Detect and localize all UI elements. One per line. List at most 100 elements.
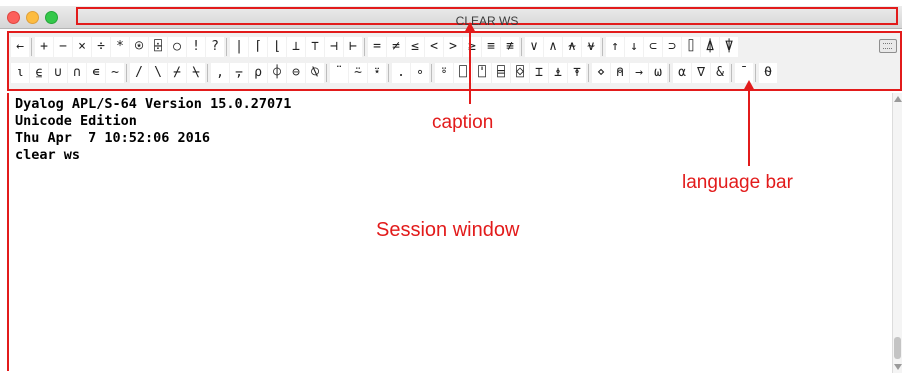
caption-arrow-head <box>464 22 476 33</box>
language-bar-symbol[interactable]: ⍵ <box>649 63 667 83</box>
language-bar-symbol[interactable]: ← <box>11 37 29 57</box>
language-bar-symbol[interactable]: ⌷ <box>682 37 700 57</box>
language-bar-separator <box>31 38 32 56</box>
language-bar-symbol[interactable]: − <box>54 37 72 57</box>
language-bar-symbol[interactable]: ⍋ <box>701 37 719 57</box>
zoom-button[interactable] <box>45 11 58 24</box>
minimize-button[interactable] <box>26 11 39 24</box>
language-bar-symbol[interactable]: * <box>111 37 129 57</box>
language-bar-symbol[interactable]: , <box>211 63 229 83</box>
language-bar-symbol[interactable]: ↑ <box>606 37 624 57</box>
language-bar-symbol[interactable]: & <box>711 63 729 83</box>
language-bar-symbol[interactable]: ⍱ <box>582 37 600 57</box>
language-bar-symbol[interactable]: ⍟ <box>130 37 148 57</box>
language-bar-symbol[interactable]: ⌽ <box>268 63 286 83</box>
language-bar-symbol[interactable]: ≤ <box>406 37 424 57</box>
language-bar-symbol[interactable]: ⌺ <box>511 63 529 83</box>
language-bar-symbol[interactable]: ↓ <box>625 37 643 57</box>
language-bar-symbol[interactable]: ¨ <box>330 63 348 83</box>
language-bar-symbol[interactable]: ⌈ <box>249 37 267 57</box>
language-bar-symbol[interactable]: ⋄ <box>592 63 610 83</box>
language-bar-symbol[interactable]: ! <box>187 37 205 57</box>
language-bar-symbol[interactable]: ∪ <box>49 63 67 83</box>
language-bar-symbol[interactable]: ? <box>206 37 224 57</box>
language-bar-symbol[interactable]: ∊ <box>87 63 105 83</box>
language-bar-symbol[interactable]: ⌹ <box>149 37 167 57</box>
language-bar-symbol[interactable]: ⍴ <box>249 63 267 83</box>
language-bar-symbol[interactable]: ≢ <box>501 37 519 57</box>
language-bar-symbol[interactable]: ⊢ <box>344 37 362 57</box>
language-bar-separator <box>755 64 756 82</box>
scroll-up-arrow-icon[interactable] <box>894 96 902 102</box>
session-log: Dyalog APL/S-64 Version 15.0.27071 Unicod… <box>15 96 291 164</box>
language-bar-symbol[interactable]: ⌿ <box>168 63 186 83</box>
language-bar-symbol[interactable]: ⌶ <box>530 63 548 83</box>
language-bar-symbol[interactable]: ⍲ <box>563 37 581 57</box>
language-bar-symbol[interactable]: ⊂ <box>644 37 662 57</box>
language-bar-symbol[interactable]: ⊥ <box>287 37 305 57</box>
caption-annotation: caption <box>432 112 494 133</box>
language-bar-separator <box>207 64 208 82</box>
language-bar-arrow-head <box>743 80 755 91</box>
language-bar-symbol[interactable]: ⍪ <box>230 63 248 83</box>
language-bar-symbol[interactable]: ≥ <box>463 37 481 57</box>
scroll-down-arrow-icon[interactable] <box>894 364 902 370</box>
language-bar-symbol[interactable]: ∨ <box>525 37 543 57</box>
language-bar-symbol[interactable]: ⊣ <box>325 37 343 57</box>
language-bar-symbol[interactable]: ⊤ <box>306 37 324 57</box>
language-bar-symbol[interactable]: \ <box>149 63 167 83</box>
language-bar-symbol[interactable]: | <box>230 37 248 57</box>
language-bar-symbol[interactable]: → <box>630 63 648 83</box>
language-bar-symbol[interactable]: ⍷ <box>30 63 48 83</box>
language-bar-symbol[interactable]: ⌊ <box>268 37 286 57</box>
language-bar-symbol[interactable]: × <box>73 37 91 57</box>
session-line: Dyalog APL/S-64 Version 15.0.27071 <box>15 96 292 112</box>
language-bar-symbol[interactable]: ⊖ <box>287 63 305 83</box>
language-bar-symbol[interactable]: ⍎ <box>549 63 567 83</box>
language-bar-symbol[interactable]: > <box>444 37 462 57</box>
language-bar-symbol[interactable]: ⍺ <box>673 63 691 83</box>
language-bar-symbol[interactable]: ⍤ <box>435 63 453 83</box>
language-bar-symbol[interactable]: ○ <box>168 37 186 57</box>
language-bar-symbol[interactable]: ⍒ <box>720 37 738 57</box>
language-bar-separator <box>431 64 432 82</box>
language-bar-symbol[interactable]: . <box>392 63 410 83</box>
language-bar-symbol[interactable]: ≡ <box>482 37 500 57</box>
session-scrollbar[interactable] <box>892 93 902 373</box>
language-bar-symbol[interactable]: / <box>130 63 148 83</box>
language-bar-separator <box>588 64 589 82</box>
language-bar-symbol[interactable]: ∘ <box>411 63 429 83</box>
language-bar-symbol[interactable]: ⌸ <box>492 63 510 83</box>
language-bar-symbol[interactable]: ⍬ <box>759 63 777 83</box>
language-bar-symbol[interactable]: ⊃ <box>663 37 681 57</box>
language-bar-separator <box>521 38 522 56</box>
session-line: Thu Apr 7 10:52:06 2016 <box>15 130 211 146</box>
language-bar-symbol[interactable]: ⍞ <box>473 63 491 83</box>
language-bar-separator <box>326 64 327 82</box>
language-bar-separator <box>602 38 603 56</box>
scroll-thumb[interactable] <box>894 337 901 359</box>
language-bar-symbol[interactable]: ⍉ <box>306 63 324 83</box>
close-button[interactable] <box>7 11 20 24</box>
language-bar-symbol[interactable]: ∩ <box>68 63 86 83</box>
language-bar-symbol[interactable]: ∧ <box>544 37 562 57</box>
session-line: clear ws <box>15 147 81 163</box>
language-bar-symbol[interactable]: < <box>425 37 443 57</box>
language-bar-separator <box>126 64 127 82</box>
language-bar-symbol[interactable]: ⍨ <box>349 63 367 83</box>
language-bar: ← + − × ÷ * ⍟ ⌹ ○!? | ⌈ ⌊ ⊥ ⊤ ⊣ ⊢ = ≠ ≤ < > ≥ ≡ ≢ ∨ ∧ ⍲ ⍱ ↑ ↓ ⊂ ⊃ ⌷ ⍋ ⍒ ⍳ ⍷… <box>7 31 902 91</box>
keyboard-icon[interactable] <box>879 39 897 53</box>
language-bar-symbol[interactable]: ~ <box>106 63 124 83</box>
language-bar-symbol[interactable]: = <box>368 37 386 57</box>
language-bar-symbol[interactable]: ∇ <box>692 63 710 83</box>
language-bar-symbol[interactable]: ⍝ <box>611 63 629 83</box>
language-bar-symbol[interactable]: ⍳ <box>11 63 29 83</box>
language-bar-symbol[interactable]: ≠ <box>387 37 405 57</box>
language-bar-symbol[interactable]: ⍣ <box>368 63 386 83</box>
language-bar-symbol[interactable]: ⍕ <box>568 63 586 83</box>
language-bar-symbol[interactable]: ÷ <box>92 37 110 57</box>
language-bar-symbol[interactable]: + <box>35 37 53 57</box>
title-bar[interactable]: CLEAR WS <box>0 6 902 29</box>
apl-ide-window: CLEAR WS ← + − × ÷ * ⍟ ⌹ ○!? | ⌈ ⌊ ⊥ ⊤ ⊣ ⊢ = ≠ ≤ < > ≥ ≡ ≢ ∨ ∧ ⍲ ⍱ ↑… <box>0 0 902 373</box>
language-bar-symbol[interactable]: ⍀ <box>187 63 205 83</box>
